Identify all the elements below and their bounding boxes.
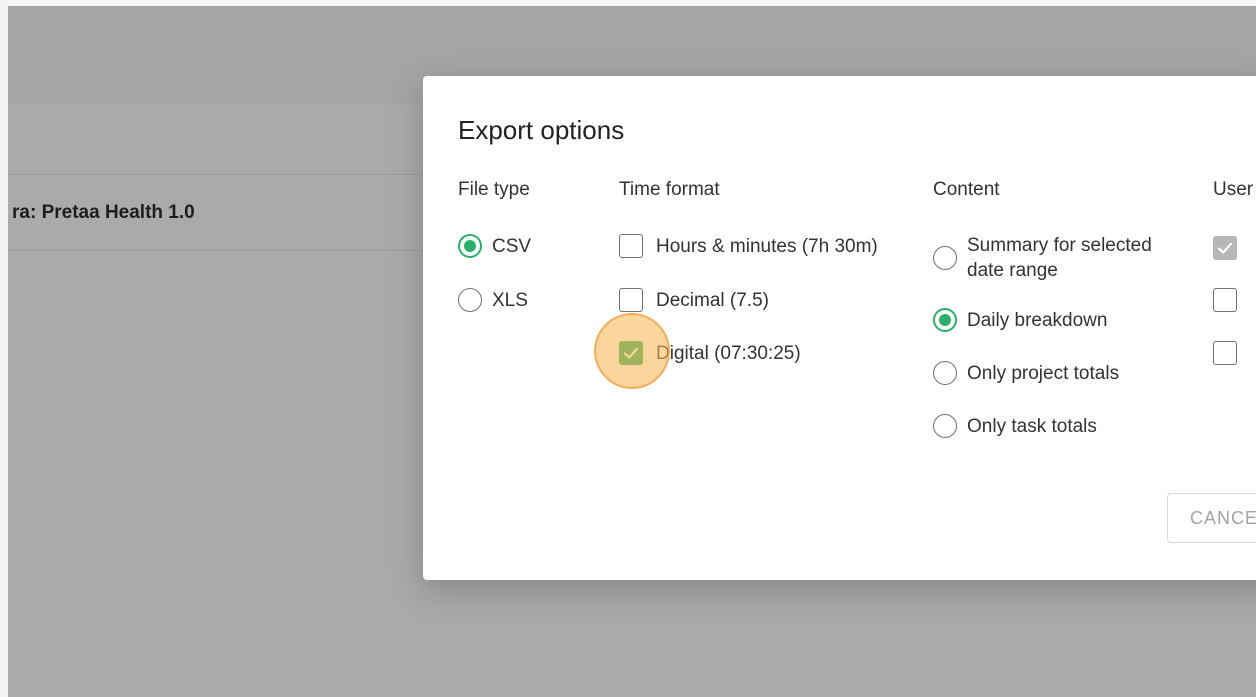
content-task-totals-option[interactable]: Only task totals: [933, 414, 1097, 439]
time-format-decimal-label: Decimal (7.5): [656, 290, 769, 311]
checkbox-icon[interactable]: [619, 234, 643, 258]
user-option-3[interactable]: [1213, 341, 1250, 365]
file-type-csv-label: CSV: [492, 236, 532, 257]
file-type-csv-option[interactable]: CSV: [458, 234, 531, 259]
time-format-digital-option[interactable]: Digital (07:30:25): [619, 341, 801, 366]
content-summary-label-line2: date range: [967, 260, 1058, 281]
radio-icon[interactable]: [933, 246, 957, 270]
radio-icon[interactable]: [933, 361, 957, 385]
dialog-title: Export options: [458, 115, 625, 145]
content-summary-label-line1: Summary for selected: [967, 235, 1152, 256]
content-summary-option[interactable]: Summary for selected date range: [933, 233, 1152, 283]
project-title: ra: Pretaa Health 1.0: [12, 202, 195, 223]
user-heading: User: [1213, 179, 1254, 200]
time-format-heading: Time format: [619, 179, 720, 200]
radio-icon[interactable]: [933, 414, 957, 438]
user-option-1[interactable]: [1213, 236, 1250, 260]
radio-selected-icon[interactable]: [933, 308, 957, 332]
content-daily-breakdown-option[interactable]: Daily breakdown: [933, 308, 1107, 333]
user-option-2[interactable]: [1213, 288, 1250, 312]
content-project-totals-label: Only project totals: [967, 363, 1120, 384]
checkbox-icon[interactable]: [1213, 341, 1237, 365]
file-type-xls-option[interactable]: XLS: [458, 288, 528, 313]
time-format-hours-minutes-option[interactable]: Hours & minutes (7h 30m): [619, 234, 878, 259]
content-project-totals-option[interactable]: Only project totals: [933, 361, 1119, 386]
time-format-digital-label: Digital (07:30:25): [656, 343, 801, 364]
content-daily-breakdown-label: Daily breakdown: [967, 310, 1108, 331]
time-format-decimal-option[interactable]: Decimal (7.5): [619, 288, 769, 313]
content-heading: Content: [933, 179, 1000, 200]
checkbox-checked-icon[interactable]: [1213, 236, 1237, 260]
checkbox-checked-icon[interactable]: [619, 341, 643, 365]
file-type-heading: File type: [458, 179, 530, 200]
file-type-xls-label: XLS: [492, 290, 528, 311]
time-format-hours-minutes-label: Hours & minutes (7h 30m): [656, 236, 878, 257]
checkbox-icon[interactable]: [619, 288, 643, 312]
check-icon: [623, 347, 639, 359]
checkbox-icon[interactable]: [1213, 288, 1237, 312]
export-options-dialog: Export options File type CSV XLS Time fo…: [423, 76, 1256, 580]
radio-selected-icon[interactable]: [458, 234, 482, 258]
content-task-totals-label: Only task totals: [967, 416, 1097, 437]
radio-icon[interactable]: [458, 288, 482, 312]
check-icon: [1217, 242, 1233, 254]
content-summary-label: Summary for selected date range: [967, 233, 1152, 283]
cancel-button[interactable]: CANCEL: [1167, 493, 1256, 543]
